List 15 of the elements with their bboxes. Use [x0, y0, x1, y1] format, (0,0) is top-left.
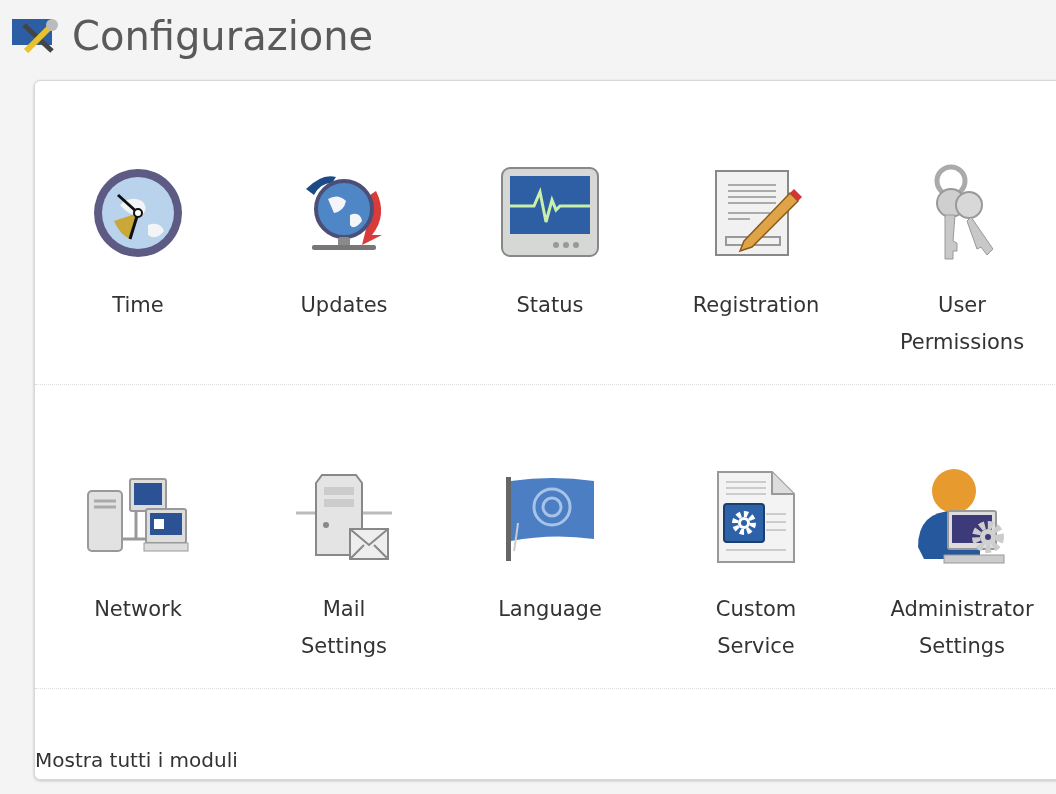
- module-label[interactable]: Registration: [692, 287, 820, 324]
- module-label[interactable]: Network: [94, 591, 182, 628]
- module-label[interactable]: Language: [498, 591, 602, 628]
- document-gear-icon: [716, 470, 796, 564]
- monitor-icon: [500, 166, 600, 260]
- screwdriver-wrench-icon: [12, 19, 60, 53]
- module-label[interactable]: Custom Service: [715, 591, 797, 665]
- show-all-link[interactable]: Mostra tutti i moduli: [35, 748, 238, 772]
- server-mail-icon: [296, 471, 392, 563]
- module-label[interactable]: Status: [516, 287, 584, 324]
- module-label[interactable]: User Permissions: [899, 287, 1025, 361]
- module-label[interactable]: Updates: [300, 287, 388, 324]
- module-label[interactable]: Time: [112, 287, 164, 324]
- module-label[interactable]: Mail Settings: [300, 591, 388, 665]
- module-label[interactable]: Administrator Settings: [890, 591, 1034, 665]
